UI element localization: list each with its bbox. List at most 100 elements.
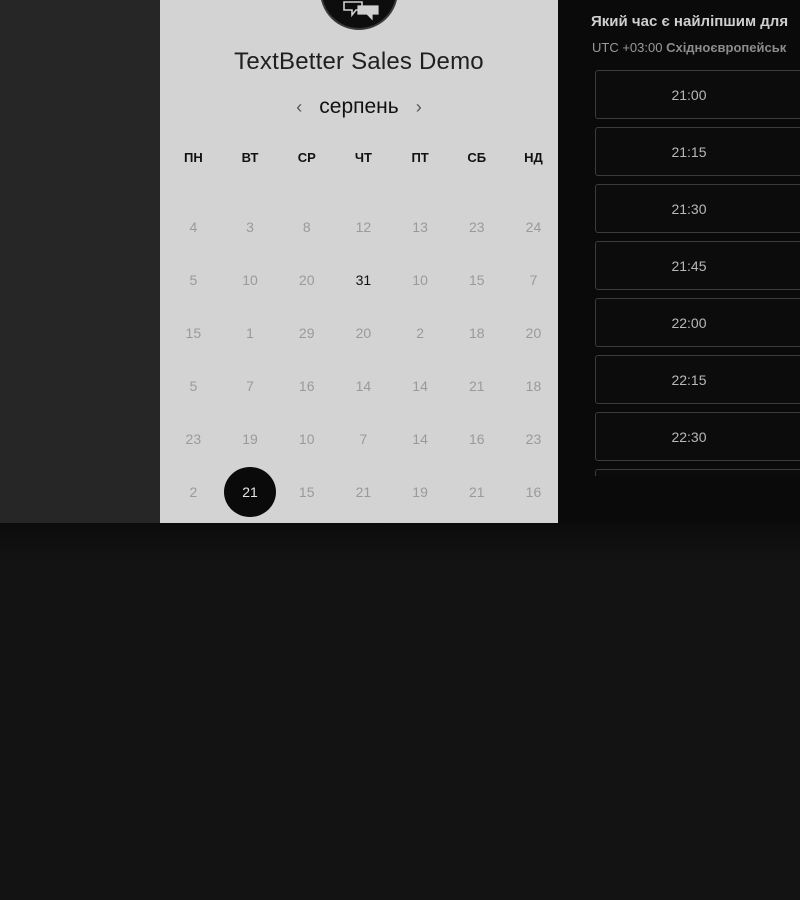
day-number: 7 (359, 430, 368, 447)
day-number: 15 (185, 324, 202, 341)
time-slot-button[interactable] (595, 469, 800, 476)
calendar-day[interactable]: 3 (222, 200, 279, 253)
day-number: 14 (412, 430, 428, 447)
calendar-day[interactable]: 8 (278, 200, 335, 253)
calendar-day[interactable]: 29 (278, 306, 335, 359)
calendar-day[interactable]: 7 (335, 412, 392, 465)
time-slots-pane: Який час є найліпшим для UTC +03:00 Схід… (558, 0, 800, 523)
time-slot-button[interactable]: 22:00 (595, 298, 800, 347)
time-slot-button[interactable]: 21:00 (595, 70, 800, 119)
day-number: 21 (468, 377, 485, 394)
month-label: серпень (319, 95, 399, 118)
calendar-day[interactable]: 15 (448, 253, 505, 306)
weekday-label: ПН (183, 150, 203, 165)
calendar-day-selected[interactable]: 21 (222, 465, 279, 518)
calendar-day[interactable]: 12 (335, 200, 392, 253)
weekday-header: ПН ВТ СР ЧТ ПТ СБ НД (165, 150, 562, 165)
time-slot-button[interactable]: 22:15 (595, 355, 800, 404)
calendar-day[interactable]: 14 (392, 412, 449, 465)
day-number: 10 (298, 430, 315, 447)
day-number: 14 (355, 377, 372, 394)
calendar-day[interactable]: 10 (222, 253, 279, 306)
day-number: 5 (189, 377, 198, 394)
page-backdrop (0, 0, 160, 523)
calendar-grid: 4 3 8 12 13 23 24 5 10 20 31 10 15 7 15 1 29 20 2 18 20 5 7 16 1… (165, 200, 562, 518)
weekday-label: ЧТ (354, 150, 372, 165)
calendar-day[interactable]: 24 (505, 200, 562, 253)
day-number: 24 (525, 218, 542, 235)
calendar-day[interactable]: 20 (335, 306, 392, 359)
calendar-day[interactable]: 2 (392, 306, 449, 359)
calendar-day[interactable]: 1 (222, 306, 279, 359)
calendar-day[interactable]: 14 (335, 359, 392, 412)
event-title: TextBetter Sales Demo (234, 48, 484, 75)
day-number: 18 (468, 324, 485, 341)
day-number: 15 (468, 271, 485, 288)
calendar-day[interactable]: 5 (165, 359, 222, 412)
calendar-day[interactable]: 10 (278, 412, 335, 465)
time-slot-button[interactable]: 21:15 (595, 127, 800, 176)
calendar-day[interactable]: 15 (278, 465, 335, 518)
day-number: 10 (412, 271, 428, 288)
day-number: 19 (412, 483, 428, 500)
day-number: 3 (246, 218, 254, 235)
calendar-day[interactable]: 7 (505, 253, 562, 306)
day-number: 1 (246, 324, 254, 341)
day-number: 14 (412, 377, 428, 394)
day-number: 19 (242, 430, 258, 447)
weekday-label: ВТ (241, 150, 259, 165)
day-number: 7 (246, 377, 254, 394)
day-number: 18 (525, 377, 542, 394)
day-number: 31 (355, 271, 372, 288)
calendar-day[interactable]: 14 (392, 359, 449, 412)
calendar-day[interactable]: 18 (448, 306, 505, 359)
day-number: 20 (355, 324, 372, 341)
calendar-day[interactable]: 31 (335, 253, 392, 306)
day-number: 23 (468, 218, 485, 235)
calendar-pane: TextBetter Sales Demo ‹ серпень › ПН ВТ СР… (160, 0, 558, 523)
day-number: 21 (468, 483, 485, 500)
day-number: 12 (355, 218, 372, 235)
chevron-left-icon[interactable]: ‹ (287, 95, 311, 119)
time-slot-button[interactable]: 21:45 (595, 241, 800, 290)
weekday-label: НД (524, 150, 543, 165)
calendar-day[interactable]: 21 (335, 465, 392, 518)
calendar-day[interactable]: 10 (392, 253, 449, 306)
time-slot-button[interactable]: 22:30 (595, 412, 800, 461)
calendar-day[interactable]: 23 (165, 412, 222, 465)
day-number: 8 (302, 218, 311, 235)
calendar-day[interactable]: 21 (448, 465, 505, 518)
calendar-day[interactable]: 19 (392, 465, 449, 518)
modal-shadow (0, 523, 800, 563)
calendar-day[interactable]: 16 (448, 412, 505, 465)
calendar-day[interactable]: 20 (278, 253, 335, 306)
day-number: 7 (529, 271, 538, 288)
calendar-day[interactable]: 4 (165, 200, 222, 253)
calendar-day[interactable]: 18 (505, 359, 562, 412)
calendar-day[interactable]: 5 (165, 253, 222, 306)
time-slot-list[interactable]: 21:00 21:15 21:30 21:45 22:00 22:15 22:30 (595, 70, 800, 476)
calendar-day[interactable]: 16 (278, 359, 335, 412)
timezone-selector[interactable]: UTC +03:00 Східноєвропейськ (592, 40, 786, 55)
calendar-day[interactable]: 15 (165, 306, 222, 359)
weekday-label: ПТ (411, 150, 429, 165)
calendar-day[interactable]: 7 (222, 359, 279, 412)
calendar-day[interactable]: 13 (392, 200, 449, 253)
calendar-day[interactable]: 23 (505, 412, 562, 465)
day-number: 21 (355, 483, 372, 500)
day-number: 29 (298, 324, 315, 341)
calendar-day[interactable]: 16 (505, 465, 562, 518)
day-number: 21 (224, 466, 277, 517)
time-slot-button[interactable]: 21:30 (595, 184, 800, 233)
chevron-right-icon[interactable]: › (407, 95, 431, 119)
day-number: 2 (416, 324, 424, 341)
chat-bubbles-icon (343, 1, 379, 21)
day-number: 23 (185, 430, 202, 447)
day-number: 20 (525, 324, 542, 341)
day-number: 5 (189, 271, 198, 288)
calendar-day[interactable]: 2 (165, 465, 222, 518)
calendar-day[interactable]: 19 (222, 412, 279, 465)
calendar-day[interactable]: 21 (448, 359, 505, 412)
calendar-day[interactable]: 23 (448, 200, 505, 253)
calendar-day[interactable]: 20 (505, 306, 562, 359)
